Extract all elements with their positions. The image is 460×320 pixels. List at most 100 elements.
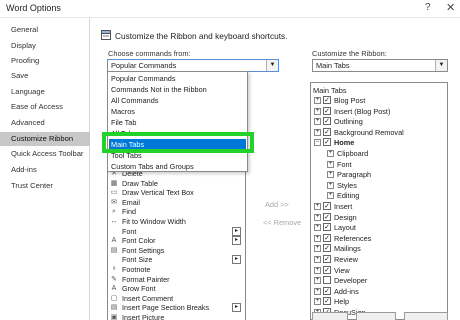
tab-checkbox[interactable]	[323, 276, 331, 285]
tree-tab-review[interactable]: + ✓ Review	[314, 255, 444, 265]
collapse-icon[interactable]: −	[314, 139, 321, 147]
remove-button[interactable]: << Remove	[263, 218, 301, 227]
sidebar-item-save[interactable]: Save	[0, 69, 90, 83]
customize-ribbon-select[interactable]: Main Tabs ▼	[312, 59, 448, 72]
command-item-draw-vertical-text-box[interactable]: ▭ Draw Vertical Text Box	[108, 188, 245, 198]
expand-icon[interactable]: +	[327, 171, 334, 179]
expand-icon[interactable]: +	[314, 128, 321, 136]
tab-checkbox[interactable]: ✓	[323, 265, 331, 274]
expand-icon[interactable]: +	[327, 181, 334, 189]
tab-checkbox[interactable]: ✓	[323, 223, 331, 232]
expand-icon[interactable]: +	[314, 118, 321, 126]
dropdown-option-popular-commands[interactable]: Popular Commands	[109, 73, 246, 84]
command-item-draw-table[interactable]: ▦ Draw Table	[108, 179, 245, 189]
chevron-down-icon[interactable]: ▼	[266, 60, 278, 71]
expand-icon[interactable]: +	[314, 213, 321, 221]
command-item-font-size[interactable]: Font Size ▸	[108, 255, 245, 265]
command-item-format-painter[interactable]: ✎ Format Painter	[108, 275, 245, 285]
tab-checkbox[interactable]: ✓	[323, 106, 331, 115]
command-item-insert-picture[interactable]: ▣ Insert Picture	[108, 313, 245, 320]
command-item-insert-page-section-breaks[interactable]: ▤ Insert Page Section Breaks ▸	[108, 303, 245, 313]
tree-group-editing[interactable]: + Editing	[327, 191, 442, 201]
sidebar-item-quick-access-toolbar[interactable]: Quick Access Toolbar	[0, 147, 90, 161]
tab-checkbox[interactable]: ✓	[323, 233, 331, 242]
tree-tab-mailings[interactable]: + ✓ Mailings	[314, 244, 444, 254]
rename-button[interactable]	[404, 312, 448, 320]
tab-checkbox[interactable]: ✓	[323, 212, 331, 221]
sidebar-item-add-ins[interactable]: Add-ins	[0, 163, 90, 177]
expand-icon[interactable]: +	[314, 298, 321, 306]
tree-tab-developer[interactable]: + Developer	[314, 276, 444, 286]
sidebar-item-customize-ribbon[interactable]: Customize Ribbon	[0, 132, 90, 146]
dropdown-option-file-tab[interactable]: File Tab	[109, 117, 246, 128]
expand-icon[interactable]: +	[314, 203, 321, 210]
command-item-fit-to-window-width[interactable]: ↔ Fit to Window Width	[108, 217, 245, 227]
new-group-button[interactable]	[356, 312, 396, 320]
expand-icon[interactable]: +	[314, 234, 321, 242]
sidebar-item-ease-of-access[interactable]: Ease of Access	[0, 100, 90, 114]
tree-group-font[interactable]: + Font	[327, 160, 442, 170]
tree-tab-insert[interactable]: + ✓ Insert	[314, 202, 444, 212]
sidebar-item-display[interactable]: Display	[0, 39, 90, 53]
tab-checkbox[interactable]: ✓	[323, 286, 331, 295]
tree-tab-home[interactable]: − ✓ Home	[314, 138, 444, 148]
tree-tab-view[interactable]: + ✓ View	[314, 265, 444, 276]
tab-checkbox[interactable]: ✓	[323, 297, 331, 306]
dropdown-option-custom-tabs-and-groups[interactable]: Custom Tabs and Groups	[109, 161, 246, 172]
expand-icon[interactable]: +	[314, 107, 321, 115]
tab-checkbox[interactable]: ✓	[323, 117, 331, 126]
commands-list[interactable]: ✕ Delete ▦ Draw Table ▭ Draw Vertical Text Bo…	[107, 172, 246, 320]
command-item-grow-font[interactable]: A Grow Font	[108, 284, 245, 294]
chevron-down-icon[interactable]: ▼	[435, 60, 447, 71]
dropdown-option-macros[interactable]: Macros	[109, 106, 246, 117]
expand-icon[interactable]: +	[327, 150, 334, 157]
tree-group-styles[interactable]: + Styles	[327, 181, 442, 191]
tab-checkbox[interactable]: ✓	[323, 244, 331, 253]
command-item-footnote[interactable]: ᵃ Footnote	[108, 265, 245, 275]
tree-item-label: Mailings	[334, 244, 361, 254]
tree-tab-blog-post[interactable]: + ✓ Blog Post	[314, 96, 444, 106]
tab-checkbox[interactable]: ✓	[323, 255, 331, 263]
tree-tab-help[interactable]: + ✓ Help	[314, 297, 444, 307]
tab-checkbox[interactable]: ✓	[323, 202, 331, 210]
tab-checkbox[interactable]: ✓	[323, 127, 331, 136]
close-icon[interactable]: ✕	[446, 1, 455, 14]
tree-tab-insert-blog-post[interactable]: + ✓ Insert (Blog Post)	[314, 106, 444, 117]
tree-tab-add-ins[interactable]: + ✓ Add-ins	[314, 286, 444, 297]
tree-group-paragraph[interactable]: + Paragraph	[327, 170, 442, 180]
sidebar-item-language[interactable]: Language	[0, 85, 90, 99]
dropdown-option-commands-not-in-the-ribbon[interactable]: Commands Not in the Ribbon	[109, 84, 246, 95]
expand-icon[interactable]: +	[314, 256, 321, 263]
tree-tab-references[interactable]: + ✓ References	[314, 233, 444, 244]
command-item-font-color[interactable]: A Font Color ▸	[108, 236, 245, 246]
expand-icon[interactable]: +	[314, 224, 321, 232]
expand-icon[interactable]: +	[314, 266, 321, 274]
help-icon[interactable]: ?	[425, 2, 431, 13]
ribbon-tabs-tree[interactable]: Main Tabs + ✓ Blog Post + ✓ Insert (Blog Post…	[310, 82, 448, 320]
tab-checkbox[interactable]: ✓	[323, 138, 331, 147]
tree-tab-background-removal[interactable]: + ✓ Background Removal	[314, 127, 444, 138]
tree-tab-outlining[interactable]: + ✓ Outlining	[314, 117, 444, 127]
sidebar-item-proofing[interactable]: Proofing	[0, 54, 90, 68]
command-item-find[interactable]: ⌕ Find	[108, 207, 245, 217]
tree-tab-layout[interactable]: + ✓ Layout	[314, 223, 444, 233]
tree-group-clipboard[interactable]: + Clipboard	[327, 149, 442, 159]
command-item-insert-comment[interactable]: ▢ Insert Comment	[108, 294, 245, 304]
expand-icon[interactable]: +	[327, 160, 334, 168]
expand-icon[interactable]: +	[314, 277, 321, 285]
add-button[interactable]: Add >>	[265, 200, 289, 209]
tab-checkbox[interactable]: ✓	[323, 96, 331, 104]
expand-icon[interactable]: +	[327, 192, 334, 200]
expand-icon[interactable]: +	[314, 97, 321, 104]
sidebar-item-trust-center[interactable]: Trust Center	[0, 179, 90, 193]
expand-icon[interactable]: +	[314, 287, 321, 295]
sidebar-item-general[interactable]: General	[0, 23, 90, 37]
sidebar-item-advanced[interactable]: Advanced	[0, 116, 90, 130]
dropdown-option-all-commands[interactable]: All Commands	[109, 95, 246, 106]
command-item-email[interactable]: ✉ Email	[108, 198, 245, 208]
tree-tab-design[interactable]: + ✓ Design	[314, 212, 444, 223]
command-item-font[interactable]: Font ▸	[108, 226, 245, 237]
command-item-font-settings[interactable]: ▤ Font Settings	[108, 246, 245, 256]
expand-icon[interactable]: +	[314, 245, 321, 253]
new-tab-button[interactable]	[312, 312, 348, 320]
